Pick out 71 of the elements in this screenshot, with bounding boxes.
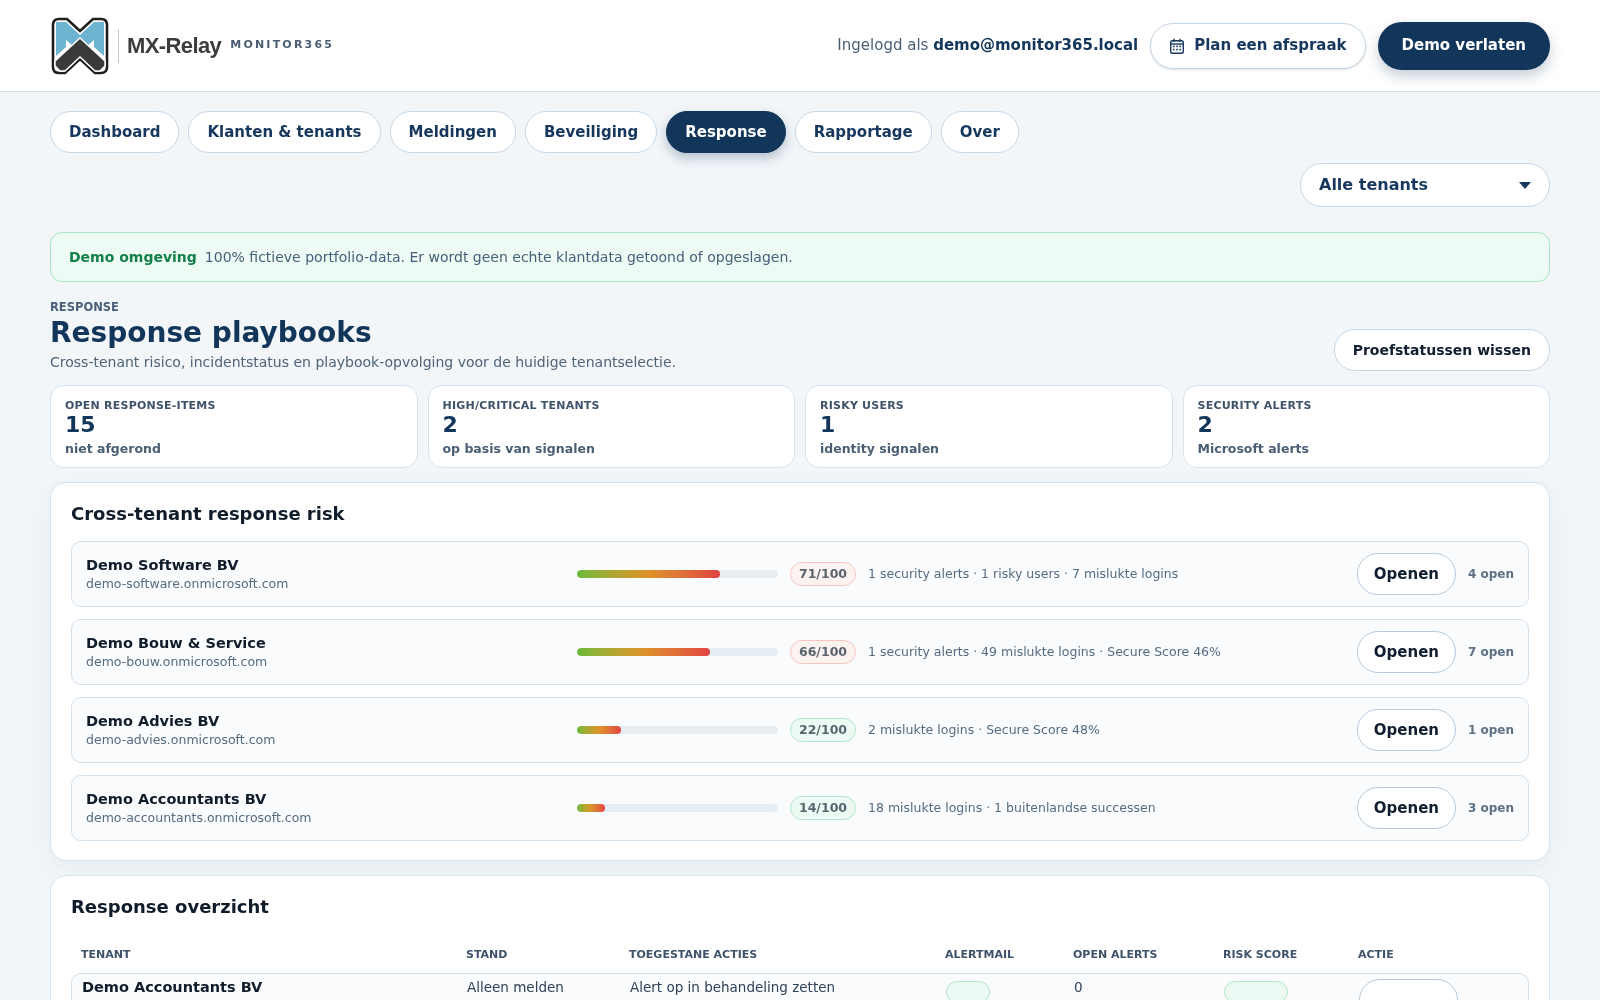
nav-tab[interactable]: Meldingen (389, 111, 516, 153)
page-title: Response playbooks (50, 316, 373, 350)
panel-title: Cross-tenant response risk (71, 502, 346, 526)
open-count: 3 open (1467, 800, 1514, 817)
stat-value: 1 (820, 412, 837, 438)
stat-value: 2 (1197, 412, 1214, 438)
stat-label: SECURITY ALERTS (1197, 399, 1313, 412)
page-subtitle: Cross-tenant risico, incidentstatus en playbook-opvolging voor de huidige tenantselectie. (50, 353, 677, 372)
table-cell-text: 0 (1073, 979, 1084, 995)
open-count: 7 open (1467, 644, 1514, 661)
open-button[interactable]: Openen (1356, 709, 1456, 751)
stat-label: OPEN RESPONSE-ITEMS (65, 399, 217, 412)
nav-tab[interactable]: Over (940, 111, 1019, 153)
tenant-select[interactable]: Alle tenants (1300, 163, 1550, 207)
tenant-name: Demo Bouw & Service (86, 633, 267, 653)
banner-text: 100% fictieve portfolio-data. Er wordt geen echte klantdata getoond of opgeslagen. (204, 247, 793, 267)
column-header: ACTIE (1357, 946, 1395, 963)
risk-signals: 2 mislukte logins · Secure Score 48% (868, 720, 1101, 739)
table-cell-text: Alleen melden (466, 979, 565, 995)
banner-title: Demo omgeving (69, 247, 197, 267)
logo-icon (50, 15, 110, 76)
risk-score: 71/100 (790, 562, 856, 586)
table-cell-text: Alert op in behandeling zetten (629, 979, 837, 995)
open-button[interactable]: Openen (1356, 553, 1456, 595)
stat-value: 2 (442, 412, 459, 438)
leave-demo-button[interactable]: Demo verlaten (1377, 21, 1550, 70)
risk-signals: 1 security alerts · 49 mislukte logins · Secure Score 46% (868, 642, 1222, 661)
stat-note: Microsoft alerts (1197, 440, 1310, 458)
stat-value: 15 (65, 412, 97, 438)
nav-tab[interactable]: Rapportage (794, 111, 932, 153)
tenant-name: Demo Software BV (86, 555, 240, 575)
open-count: 4 open (1467, 566, 1514, 583)
nav-tab[interactable]: Dashboard (50, 111, 180, 153)
appointment-button[interactable]: Plan een afspraak (1150, 22, 1366, 69)
tenant-domain: demo-bouw.onmicrosoft.com (86, 652, 269, 671)
tenant-domain: demo-accountants.onmicrosoft.com (86, 808, 313, 827)
stat-label: RISKY USERS (820, 399, 905, 412)
calendar-icon (1169, 37, 1186, 54)
section-eyebrow: RESPONSE (50, 300, 120, 314)
tenant-name: Demo Accountants BV (86, 789, 268, 809)
stat-note: op basis van signalen (442, 440, 596, 458)
column-header: OPEN ALERTS (1072, 946, 1159, 963)
stat-label: HIGH/CRITICAL TENANTS (442, 399, 601, 412)
open-button[interactable]: Openen (1356, 787, 1456, 829)
table-cell-text: Demo Accountants BV (81, 979, 264, 995)
panel-title: Response overzicht (71, 895, 270, 919)
nav-tab[interactable]: Klanten & tenants (188, 111, 381, 153)
tenant-domain: demo-software.onmicrosoft.com (86, 574, 290, 593)
nav-tab[interactable]: Response (666, 111, 786, 153)
risk-score: 14/100 (790, 796, 856, 820)
caret-down-icon (1519, 181, 1531, 189)
column-header: TOEGESTANE ACTIES (628, 946, 759, 963)
column-header: RISK SCORE (1222, 946, 1299, 963)
tenant-name: Demo Advies BV (86, 711, 221, 731)
clear-statuses-button[interactable]: Proefstatussen wissen (1333, 329, 1550, 371)
risk-score: 66/100 (790, 640, 856, 664)
column-header: TENANT (80, 946, 132, 963)
risk-signals: 18 mislukte logins · 1 buitenlandse successen (868, 798, 1157, 817)
open-count: 1 open (1467, 722, 1514, 739)
column-header: STAND (465, 946, 509, 963)
nav-tab[interactable]: Beveiliging (524, 111, 658, 153)
brand-name: MX-Relay (127, 32, 222, 60)
stat-note: niet afgerond (65, 440, 162, 458)
open-button[interactable]: Openen (1356, 631, 1456, 673)
risk-signals: 1 security alerts · 1 risky users · 7 mislukte logins (868, 564, 1180, 583)
risk-score: 22/100 (790, 718, 856, 742)
brand-tagline: MONITOR365 (230, 37, 335, 54)
logged-in-text: Ingelogd als demo@monitor365.local (837, 35, 1139, 57)
column-header: ALERTMAIL (944, 946, 1016, 963)
tenant-domain: demo-advies.onmicrosoft.com (86, 730, 277, 749)
stat-note: identity signalen (820, 440, 940, 458)
